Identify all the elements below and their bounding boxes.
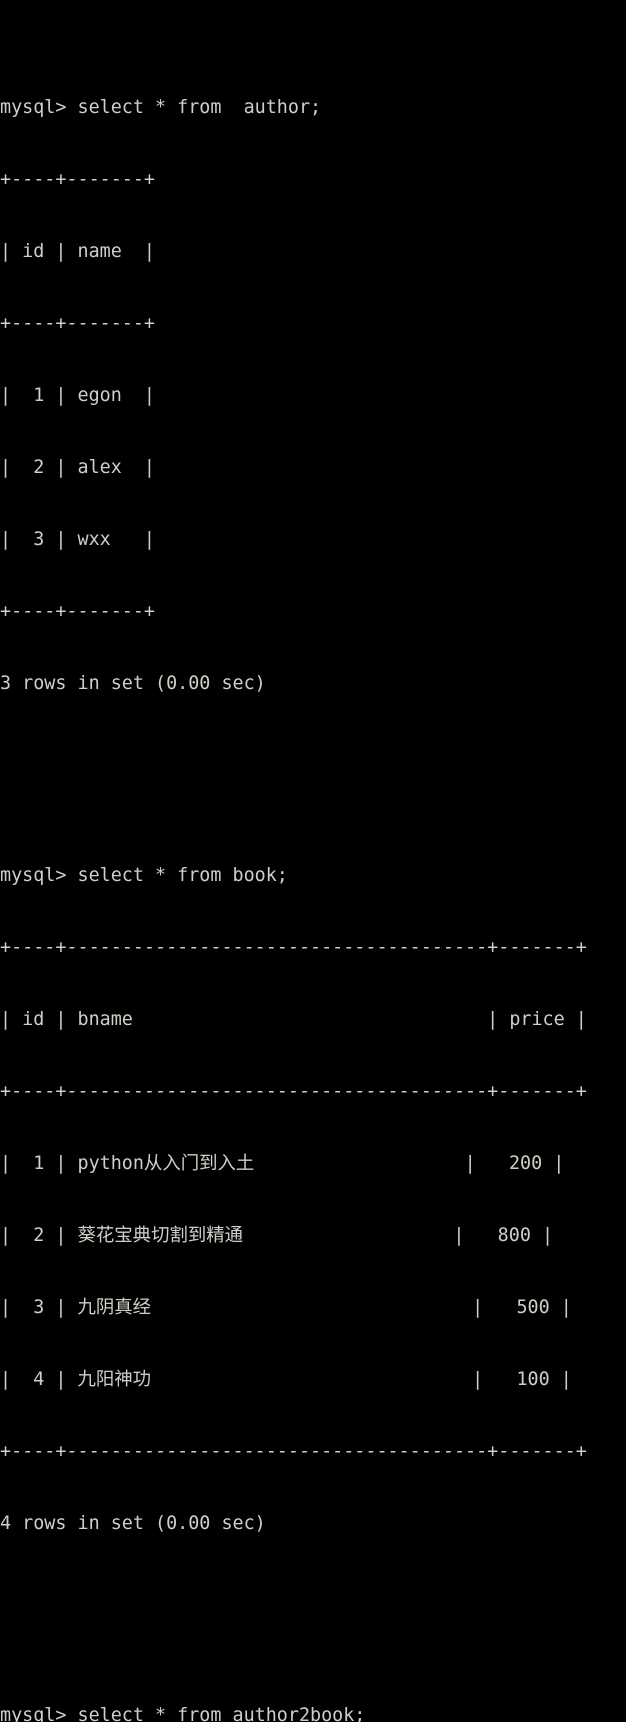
table-border-top-author: +----+-------+ [0,169,156,190]
table-row: | 4 | 九阳神功 | 100 | [0,1369,572,1390]
command-line-book[interactable]: mysql> select * from book; [0,864,626,888]
table-row: | 2 | alex | [0,457,156,478]
table-border-mid-author: +----+-------+ [0,313,156,334]
terminal-screen[interactable]: mysql> select * from author; +----+-----… [0,0,626,1722]
table-border-top-book: +----+----------------------------------… [0,937,587,958]
table-row: | 1 | egon | [0,385,156,406]
table-border-mid-book: +----+----------------------------------… [0,1081,587,1102]
table-row: | 2 | 葵花宝典切割到精通 | 800 | [0,1225,554,1246]
table-row: | 3 | wxx | [0,529,156,550]
table-row: | 1 | python从入门到入土 | 200 | [0,1153,565,1174]
table-border-bottom-author: +----+-------+ [0,601,156,622]
table-border-bottom-book: +----+----------------------------------… [0,1441,587,1462]
command-line-author[interactable]: mysql> select * from author; [0,96,626,120]
status-line-book: 4 rows in set (0.00 sec) [0,1513,266,1534]
table-row: | 3 | 九阴真经 | 500 | [0,1297,572,1318]
table-header-book: | id | bname | price | [0,1009,587,1030]
status-line-author: 3 rows in set (0.00 sec) [0,673,266,694]
command-line-author2book[interactable]: mysql> select * from author2book; [0,1704,626,1722]
table-header-author: | id | name | [0,241,156,262]
